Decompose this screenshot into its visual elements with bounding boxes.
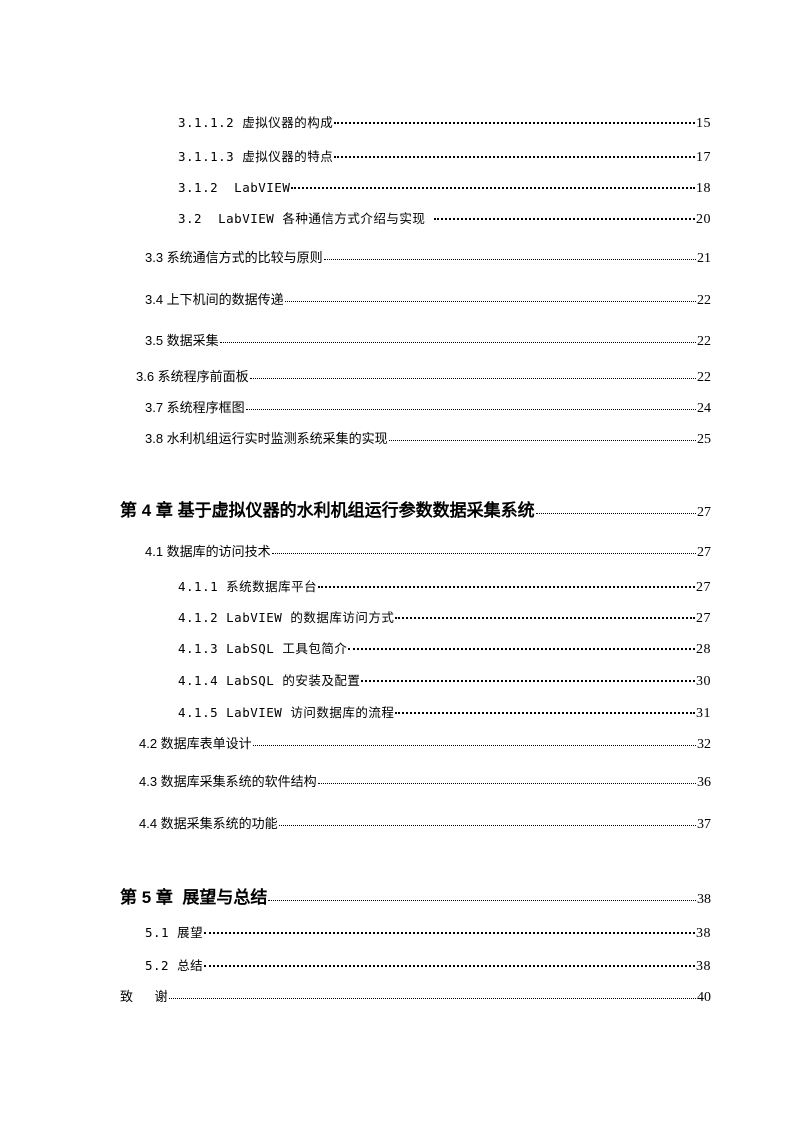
toc-chapter[interactable]: 第 4 章 基于虚拟仪器的水利机组运行参数数据采集系统 27 bbox=[120, 496, 711, 521]
dot-leader bbox=[249, 368, 696, 381]
toc-entry[interactable]: 3.1.1.2 虚拟仪器的构成 15 bbox=[178, 112, 711, 132]
toc-entry-page: 25 bbox=[697, 432, 711, 447]
toc-entry-page: 32 bbox=[697, 737, 711, 752]
toc-entry-title: 5.1 展望 bbox=[145, 925, 204, 940]
toc-entry[interactable]: 4.1.2 LabVIEW 的数据库访问方式 27 bbox=[178, 607, 711, 627]
dot-leader bbox=[168, 988, 696, 1001]
toc-entry-page: 22 bbox=[697, 293, 711, 308]
toc-entry-title: 4.1 数据库的访问技术 bbox=[145, 544, 271, 559]
dot-leader bbox=[395, 610, 695, 623]
toc-entry[interactable]: 3.2 LabVIEW 各种通信方式介绍与实现 20 bbox=[178, 208, 711, 228]
toc-chapter[interactable]: 第 5 章 展望与总结 38 bbox=[120, 883, 711, 908]
toc-entry-title: 3.6 系统程序前面板 bbox=[136, 369, 249, 384]
toc-entry[interactable]: 4.1.4 LabSQL 的安装及配置 30 bbox=[178, 670, 711, 690]
dot-leader bbox=[284, 291, 696, 304]
toc-entry-page: 37 bbox=[697, 817, 711, 832]
toc-entry-title: 4.4 数据采集系统的功能 bbox=[139, 816, 278, 831]
toc-entry-title: 3.5 数据采集 bbox=[145, 333, 219, 348]
dot-leader bbox=[334, 115, 695, 128]
dot-leader bbox=[252, 735, 696, 748]
toc-entry-page: 15 bbox=[696, 116, 711, 131]
toc-entry-title: 4.1.4 LabSQL 的安装及配置 bbox=[178, 673, 361, 688]
dot-leader bbox=[434, 211, 695, 224]
toc-entry[interactable]: 3.6 系统程序前面板 22 bbox=[136, 366, 711, 386]
toc-entry-title: 3.7 系统程序框图 bbox=[145, 400, 245, 415]
toc-entry-title: 4.1.2 LabVIEW 的数据库访问方式 bbox=[178, 610, 395, 625]
toc-entry-page: 27 bbox=[697, 545, 711, 560]
dot-leader bbox=[204, 958, 695, 971]
toc-entry-title: 3.8 水利机组运行实时监测系统采集的实现 bbox=[145, 431, 388, 446]
toc-entry-page: 38 bbox=[697, 892, 711, 907]
toc-entry-title: 4.1.1 系统数据库平台 bbox=[178, 579, 318, 594]
toc-entry[interactable]: 3.1.2 LabVIEW 18 bbox=[178, 179, 711, 197]
toc-entry-page: 28 bbox=[696, 642, 711, 657]
toc-entry-page: 38 bbox=[696, 959, 711, 974]
toc-entry[interactable]: 5.1 展望 38 bbox=[145, 922, 711, 942]
toc-entry-page: 36 bbox=[697, 775, 711, 790]
dot-leader bbox=[318, 579, 695, 592]
toc-entry-title: 3.3 系统通信方式的比较与原则 bbox=[145, 250, 323, 265]
toc-entry-title: 4.3 数据库采集系统的软件结构 bbox=[139, 774, 317, 789]
toc-entry-title: 3.4 上下机间的数据传递 bbox=[145, 292, 284, 307]
toc-entry-page: 21 bbox=[697, 251, 711, 266]
toc-entry-title: 3.1.1.2 虚拟仪器的构成 bbox=[178, 115, 334, 130]
toc-entry[interactable]: 4.1.3 LabSQL 工具包简介 28 bbox=[178, 638, 711, 658]
dot-leader bbox=[271, 543, 696, 556]
toc-entry[interactable]: 4.1.1 系统数据库平台 27 bbox=[178, 576, 711, 596]
toc-entry-title: 4.2 数据库表单设计 bbox=[139, 736, 252, 751]
dot-leader bbox=[219, 332, 696, 345]
toc-entry-page: 30 bbox=[696, 674, 711, 689]
toc-entry-page: 24 bbox=[697, 401, 711, 416]
toc-entry-page: 17 bbox=[696, 150, 711, 165]
toc-entry[interactable]: 3.3 系统通信方式的比较与原则 21 bbox=[145, 247, 711, 267]
toc-entry[interactable]: 4.4 数据采集系统的功能 37 bbox=[139, 813, 711, 833]
toc-entry[interactable]: 4.3 数据库采集系统的软件结构 36 bbox=[139, 771, 711, 791]
toc-entry[interactable]: 3.4 上下机间的数据传递 22 bbox=[145, 289, 711, 309]
toc-entry[interactable]: 5.2 总结 38 bbox=[145, 955, 711, 975]
toc-entry-page: 27 bbox=[696, 611, 711, 626]
toc-entry[interactable]: 3.5 数据采集 22 bbox=[145, 330, 711, 350]
dot-leader bbox=[323, 249, 696, 262]
toc-entry-title: 3.2 LabVIEW 各种通信方式介绍与实现 bbox=[178, 211, 434, 226]
toc-entry[interactable]: 4.1.5 LabVIEW 访问数据库的流程 31 bbox=[178, 702, 711, 722]
toc-chapter-title: 第 5 章 展望与总结 bbox=[120, 888, 268, 907]
toc-entry-title: 4.1.3 LabSQL 工具包简介 bbox=[178, 641, 348, 656]
toc-entry-page: 27 bbox=[696, 580, 711, 595]
dot-leader bbox=[348, 641, 695, 654]
toc-entry-page: 38 bbox=[696, 926, 711, 941]
dot-leader bbox=[334, 149, 695, 162]
toc-entry[interactable]: 4.2 数据库表单设计 32 bbox=[139, 733, 711, 753]
dot-leader bbox=[268, 886, 696, 903]
dot-leader bbox=[361, 673, 695, 686]
dot-leader bbox=[388, 430, 696, 443]
toc-entry-page: 27 bbox=[697, 505, 711, 520]
toc-entry-page: 18 bbox=[696, 180, 711, 196]
toc-entry[interactable]: 3.7 系统程序框图 24 bbox=[145, 397, 711, 417]
toc-entry-page: 40 bbox=[697, 990, 711, 1005]
toc-entry-title: 5.2 总结 bbox=[145, 958, 204, 973]
dot-leader bbox=[291, 179, 695, 192]
toc-entry-title: 致 谢 bbox=[120, 989, 168, 1004]
toc-entry-title: 3.1.1.3 虚拟仪器的特点 bbox=[178, 149, 334, 164]
toc-entry[interactable]: 致 谢 40 bbox=[120, 986, 711, 1006]
toc-chapter-title: 第 4 章 基于虚拟仪器的水利机组运行参数数据采集系统 bbox=[120, 501, 535, 520]
toc-entry[interactable]: 3.8 水利机组运行实时监测系统采集的实现 25 bbox=[145, 428, 711, 448]
dot-leader bbox=[395, 705, 695, 718]
toc-entry-title: 4.1.5 LabVIEW 访问数据库的流程 bbox=[178, 705, 395, 720]
toc-entry-page: 22 bbox=[697, 334, 711, 349]
dot-leader bbox=[278, 815, 696, 828]
toc-entry-page: 22 bbox=[697, 370, 711, 385]
dot-leader bbox=[245, 399, 696, 412]
dot-leader bbox=[317, 773, 696, 786]
dot-leader bbox=[204, 925, 695, 938]
toc-entry[interactable]: 3.1.1.3 虚拟仪器的特点 17 bbox=[178, 146, 711, 166]
toc-entry-title: 3.1.2 LabVIEW bbox=[178, 179, 291, 195]
dot-leader bbox=[535, 499, 696, 516]
toc-entry[interactable]: 4.1 数据库的访问技术 27 bbox=[145, 541, 711, 561]
toc-entry-page: 31 bbox=[696, 706, 711, 721]
toc-entry-page: 20 bbox=[696, 212, 711, 227]
